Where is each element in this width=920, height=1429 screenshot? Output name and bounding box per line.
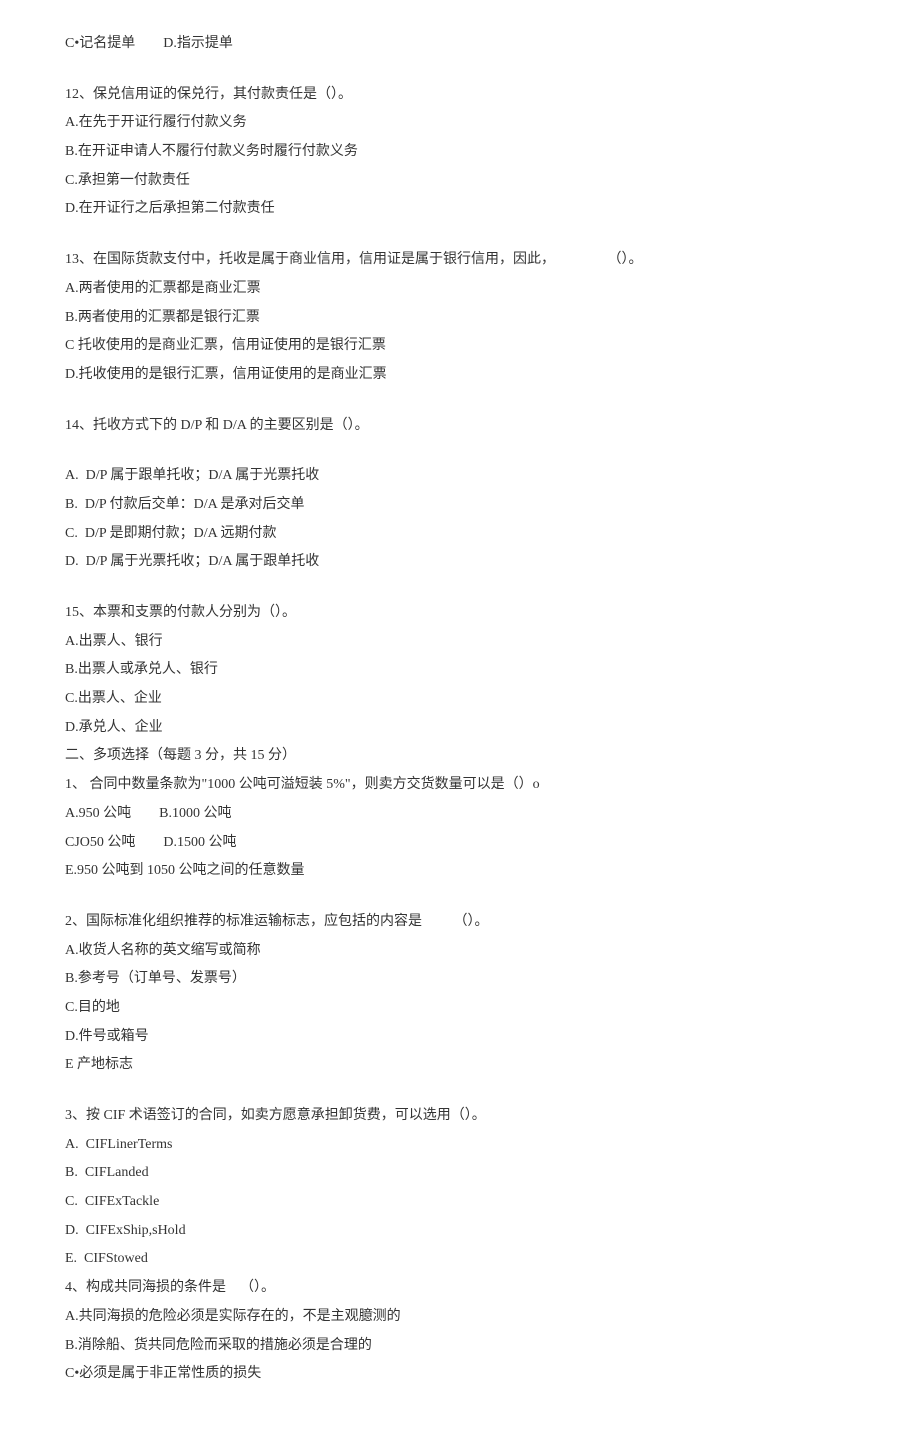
spacer xyxy=(65,577,855,599)
m3-option-a: A. CIFLinerTerms xyxy=(65,1131,855,1160)
q12-stem: 12、保兑信用证的保兑行，其付款责任是（）。 xyxy=(65,81,855,110)
m1-stem: 1、 合同中数量条款为"1000 公吨可溢短装 5%"，则卖方交货数量可以是（）… xyxy=(65,771,855,800)
m1-options-cd: CJO50 公吨 D.1500 公吨 xyxy=(65,829,855,858)
spacer xyxy=(65,59,855,81)
m1-option-e: E.950 公吨到 1050 公吨之间的任意数量 xyxy=(65,857,855,886)
m2-option-d: D.件号或箱号 xyxy=(65,1023,855,1052)
q13-option-d: D.托收使用的是银行汇票，信用证使用的是商业汇票 xyxy=(65,361,855,390)
m3-option-d: D. CIFExShip,sHold xyxy=(65,1217,855,1246)
m3-option-b: B. CIFLanded xyxy=(65,1159,855,1188)
q14-option-d: D. D/P 属于光票托收；D/A 属于跟单托收 xyxy=(65,548,855,577)
m3-option-c: C. CIFExTackle xyxy=(65,1188,855,1217)
q15-option-c: C.出票人、企业 xyxy=(65,685,855,714)
q14-option-b: B. D/P 付款后交单：D/A 是承对后交单 xyxy=(65,491,855,520)
m2-stem: 2、国际标准化组织推荐的标准运输标志，应包括的内容是 （）。 xyxy=(65,908,855,937)
q12-option-d: D.在开证行之后承担第二付款责任 xyxy=(65,195,855,224)
q12-option-b: B.在开证申请人不履行付款义务时履行付款义务 xyxy=(65,138,855,167)
m2-option-b: B.参考号（订单号、发票号） xyxy=(65,965,855,994)
q13-option-c: C 托收使用的是商业汇票，信用证使用的是银行汇票 xyxy=(65,332,855,361)
m2-option-a: A.收货人名称的英文缩写或简称 xyxy=(65,937,855,966)
spacer xyxy=(65,440,855,462)
section-2-title: 二、多项选择（每题 3 分，共 15 分） xyxy=(65,742,855,771)
q15-option-a: A.出票人、银行 xyxy=(65,628,855,657)
q13-option-a: A.两者使用的汇票都是商业汇票 xyxy=(65,275,855,304)
m4-stem: 4、构成共同海损的条件是 （）。 xyxy=(65,1274,855,1303)
spacer xyxy=(65,886,855,908)
m3-option-e: E. CIFStowed xyxy=(65,1245,855,1274)
m2-option-e: E 产地标志 xyxy=(65,1051,855,1080)
q12-option-c: C.承担第一付款责任 xyxy=(65,167,855,196)
q14-option-c: C. D/P 是即期付款；D/A 远期付款 xyxy=(65,520,855,549)
q14-option-a: A. D/P 属于跟单托收；D/A 属于光票托收 xyxy=(65,462,855,491)
q13-stem: 13、在国际货款支付中，托收是属于商业信用，信用证是属于银行信用，因此， （）。 xyxy=(65,246,855,275)
q15-option-d: D.承兑人、企业 xyxy=(65,714,855,743)
q13-option-b: B.两者使用的汇票都是银行汇票 xyxy=(65,304,855,333)
m3-stem: 3、按 CIF 术语签订的合同，如卖方愿意承担卸货费，可以选用（）。 xyxy=(65,1102,855,1131)
q15-option-b: B.出票人或承兑人、银行 xyxy=(65,656,855,685)
m4-option-c: C•必须是属于非正常性质的损失 xyxy=(65,1360,855,1389)
q14-stem: 14、托收方式下的 D/P 和 D/A 的主要区别是（）。 xyxy=(65,412,855,441)
spacer xyxy=(65,224,855,246)
q11-options-cd: C•记名提单 D.指示提单 xyxy=(65,30,855,59)
m4-option-a: A.共同海损的危险必须是实际存在的，不是主观臆测的 xyxy=(65,1303,855,1332)
q15-stem: 15、本票和支票的付款人分别为（）。 xyxy=(65,599,855,628)
spacer xyxy=(65,390,855,412)
q12-option-a: A.在先于开证行履行付款义务 xyxy=(65,109,855,138)
spacer xyxy=(65,1080,855,1102)
m1-options-ab: A.950 公吨 B.1000 公吨 xyxy=(65,800,855,829)
m2-option-c: C.目的地 xyxy=(65,994,855,1023)
m4-option-b: B.消除船、货共同危险而采取的措施必须是合理的 xyxy=(65,1332,855,1361)
